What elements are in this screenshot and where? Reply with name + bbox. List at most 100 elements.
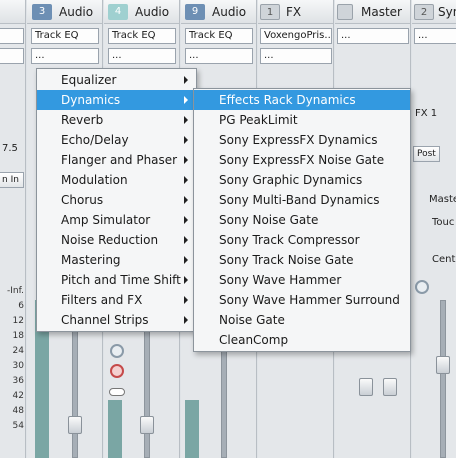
plugin-category-menu: Equalizer Dynamics Reverb Echo/Delay Fla… [36, 68, 197, 332]
submenu-arrow-icon [184, 316, 188, 324]
strip-name[interactable]: Audio [212, 5, 246, 19]
submenu-item-sony-expressfx-noise-gate[interactable]: Sony ExpressFX Noise Gate [194, 150, 410, 170]
menu-item-label: Amp Simulator [61, 213, 151, 227]
menu-item-channel-strips[interactable]: Channel Strips [37, 310, 196, 330]
submenu-arrow-icon [184, 216, 188, 224]
strip-name[interactable]: FX [286, 5, 301, 19]
menu-item-reverb[interactable]: Reverb [37, 110, 196, 130]
fader-track[interactable] [440, 300, 446, 458]
submenu-item-pg-peaklimit[interactable]: PG PeakLimit [194, 110, 410, 130]
submenu-item-sony-expressfx-dynamics[interactable]: Sony ExpressFX Dynamics [194, 130, 410, 150]
insert-slot[interactable]: Track EQ [185, 28, 253, 44]
strip-number: 1 [260, 4, 280, 20]
submenu-arrow-icon [184, 96, 188, 104]
mute-icon[interactable] [415, 280, 429, 294]
submenu-item-sony-track-compressor[interactable]: Sony Track Compressor [194, 230, 410, 250]
meter-scale-label: 42 [12, 391, 24, 401]
submenu-arrow-icon [184, 136, 188, 144]
fader-knob[interactable] [140, 416, 154, 434]
fx-slot[interactable]: ... [108, 48, 176, 64]
strip-name[interactable]: Master [361, 5, 402, 19]
menu-item-label: Flanger and Phaser [61, 153, 178, 167]
strip-number [337, 4, 353, 20]
strip-name[interactable]: Audio [59, 5, 93, 19]
insert-slot[interactable]: VoxengoPris... [260, 28, 332, 44]
master-output-label: Maste [429, 194, 456, 205]
phase-icon[interactable] [110, 344, 124, 358]
fader-knob[interactable] [68, 416, 82, 434]
submenu-item-noise-gate[interactable]: Noise Gate [194, 310, 410, 330]
fader-knob[interactable] [359, 378, 373, 396]
fx-slot[interactable] [0, 48, 24, 64]
menu-item-label: Equalizer [61, 73, 117, 87]
strip-name[interactable]: Syn [438, 5, 456, 19]
submenu-arrow-icon [184, 76, 188, 84]
menu-item-mastering[interactable]: Mastering [37, 250, 196, 270]
meter-scale-label: 30 [12, 361, 24, 371]
menu-item-dynamics[interactable]: Dynamics [37, 90, 196, 110]
submenu-arrow-icon [184, 116, 188, 124]
submenu-item-sony-graphic-dynamics[interactable]: Sony Graphic Dynamics [194, 170, 410, 190]
strip-header: Master [335, 0, 410, 24]
menu-item-modulation[interactable]: Modulation [37, 170, 196, 190]
menu-item-label: Chorus [61, 193, 104, 207]
menu-item-pitch-time-shift[interactable]: Pitch and Time Shift [37, 270, 196, 290]
submenu-item-sony-track-noise-gate[interactable]: Sony Track Noise Gate [194, 250, 410, 270]
submenu-arrow-icon [184, 276, 188, 284]
fader-knob[interactable] [383, 378, 397, 396]
submenu-arrow-icon [184, 176, 188, 184]
submenu-item-sony-wave-hammer-surround[interactable]: Sony Wave Hammer Surround [194, 290, 410, 310]
menu-item-amp-simulator[interactable]: Amp Simulator [37, 210, 196, 230]
menu-item-flanger-phaser[interactable]: Flanger and Phaser [37, 150, 196, 170]
mixer-strip-partial-left: 7.5 n In -Inf. 6 12 18 24 30 36 42 48 54 [0, 0, 26, 458]
submenu-arrow-icon [184, 296, 188, 304]
record-arm-icon[interactable] [110, 364, 124, 378]
menu-item-echo-delay[interactable]: Echo/Delay [37, 130, 196, 150]
fx-slot[interactable]: ... [31, 48, 99, 64]
submenu-arrow-icon [184, 156, 188, 164]
meter-scale-label: 6 [18, 301, 24, 311]
fader-knob[interactable] [436, 356, 450, 374]
strip-header [0, 0, 25, 24]
meter-scale-label: 54 [12, 421, 24, 431]
strip-header: 2 Syn [412, 0, 456, 24]
strip-header: 3 Audio [27, 0, 102, 24]
automation-mode-label[interactable]: Touc [432, 217, 454, 228]
submenu-item-effects-rack-dynamics[interactable]: Effects Rack Dynamics [194, 90, 410, 110]
menu-item-chorus[interactable]: Chorus [37, 190, 196, 210]
submenu-arrow-icon [184, 196, 188, 204]
strip-number: 3 [32, 4, 52, 20]
menu-item-label: Dynamics [61, 93, 121, 107]
menu-item-filters-fx[interactable]: Filters and FX [37, 290, 196, 310]
level-meter [108, 400, 122, 458]
toggle-pill[interactable] [109, 388, 125, 396]
submenu-arrow-icon [184, 256, 188, 264]
fx-slot[interactable]: ... [260, 48, 332, 64]
strip-header: 1 FX [258, 0, 333, 24]
submenu-item-cleancomp[interactable]: CleanComp [194, 330, 410, 350]
menu-item-equalizer[interactable]: Equalizer [37, 70, 196, 90]
strip-name[interactable]: Audio [135, 5, 169, 19]
submenu-item-sony-wave-hammer[interactable]: Sony Wave Hammer [194, 270, 410, 290]
input-button[interactable]: n In [0, 172, 24, 188]
insert-slot[interactable]: ... [337, 28, 409, 44]
insert-slot[interactable]: Track EQ [108, 28, 176, 44]
insert-slot[interactable]: Track EQ [31, 28, 99, 44]
post-button[interactable]: Post [413, 146, 440, 162]
menu-item-noise-reduction[interactable]: Noise Reduction [37, 230, 196, 250]
menu-item-label: Reverb [61, 113, 104, 127]
submenu-item-sony-noise-gate[interactable]: Sony Noise Gate [194, 210, 410, 230]
meter-scale-label: -Inf. [7, 286, 24, 296]
meter-scale-label: 12 [12, 316, 24, 326]
strip-number: 4 [108, 4, 128, 20]
strip-header: 9 Audio [181, 0, 256, 24]
menu-item-label: Modulation [61, 173, 128, 187]
menu-item-label: Noise Reduction [61, 233, 159, 247]
menu-item-label: Filters and FX [61, 293, 143, 307]
volume-value: 7.5 [2, 143, 18, 154]
submenu-item-sony-multi-band-dynamics[interactable]: Sony Multi-Band Dynamics [194, 190, 410, 210]
fx-slot[interactable]: ... [185, 48, 253, 64]
insert-slot[interactable]: ... [414, 28, 456, 44]
insert-slot[interactable] [0, 28, 24, 44]
level-meter [185, 400, 199, 458]
